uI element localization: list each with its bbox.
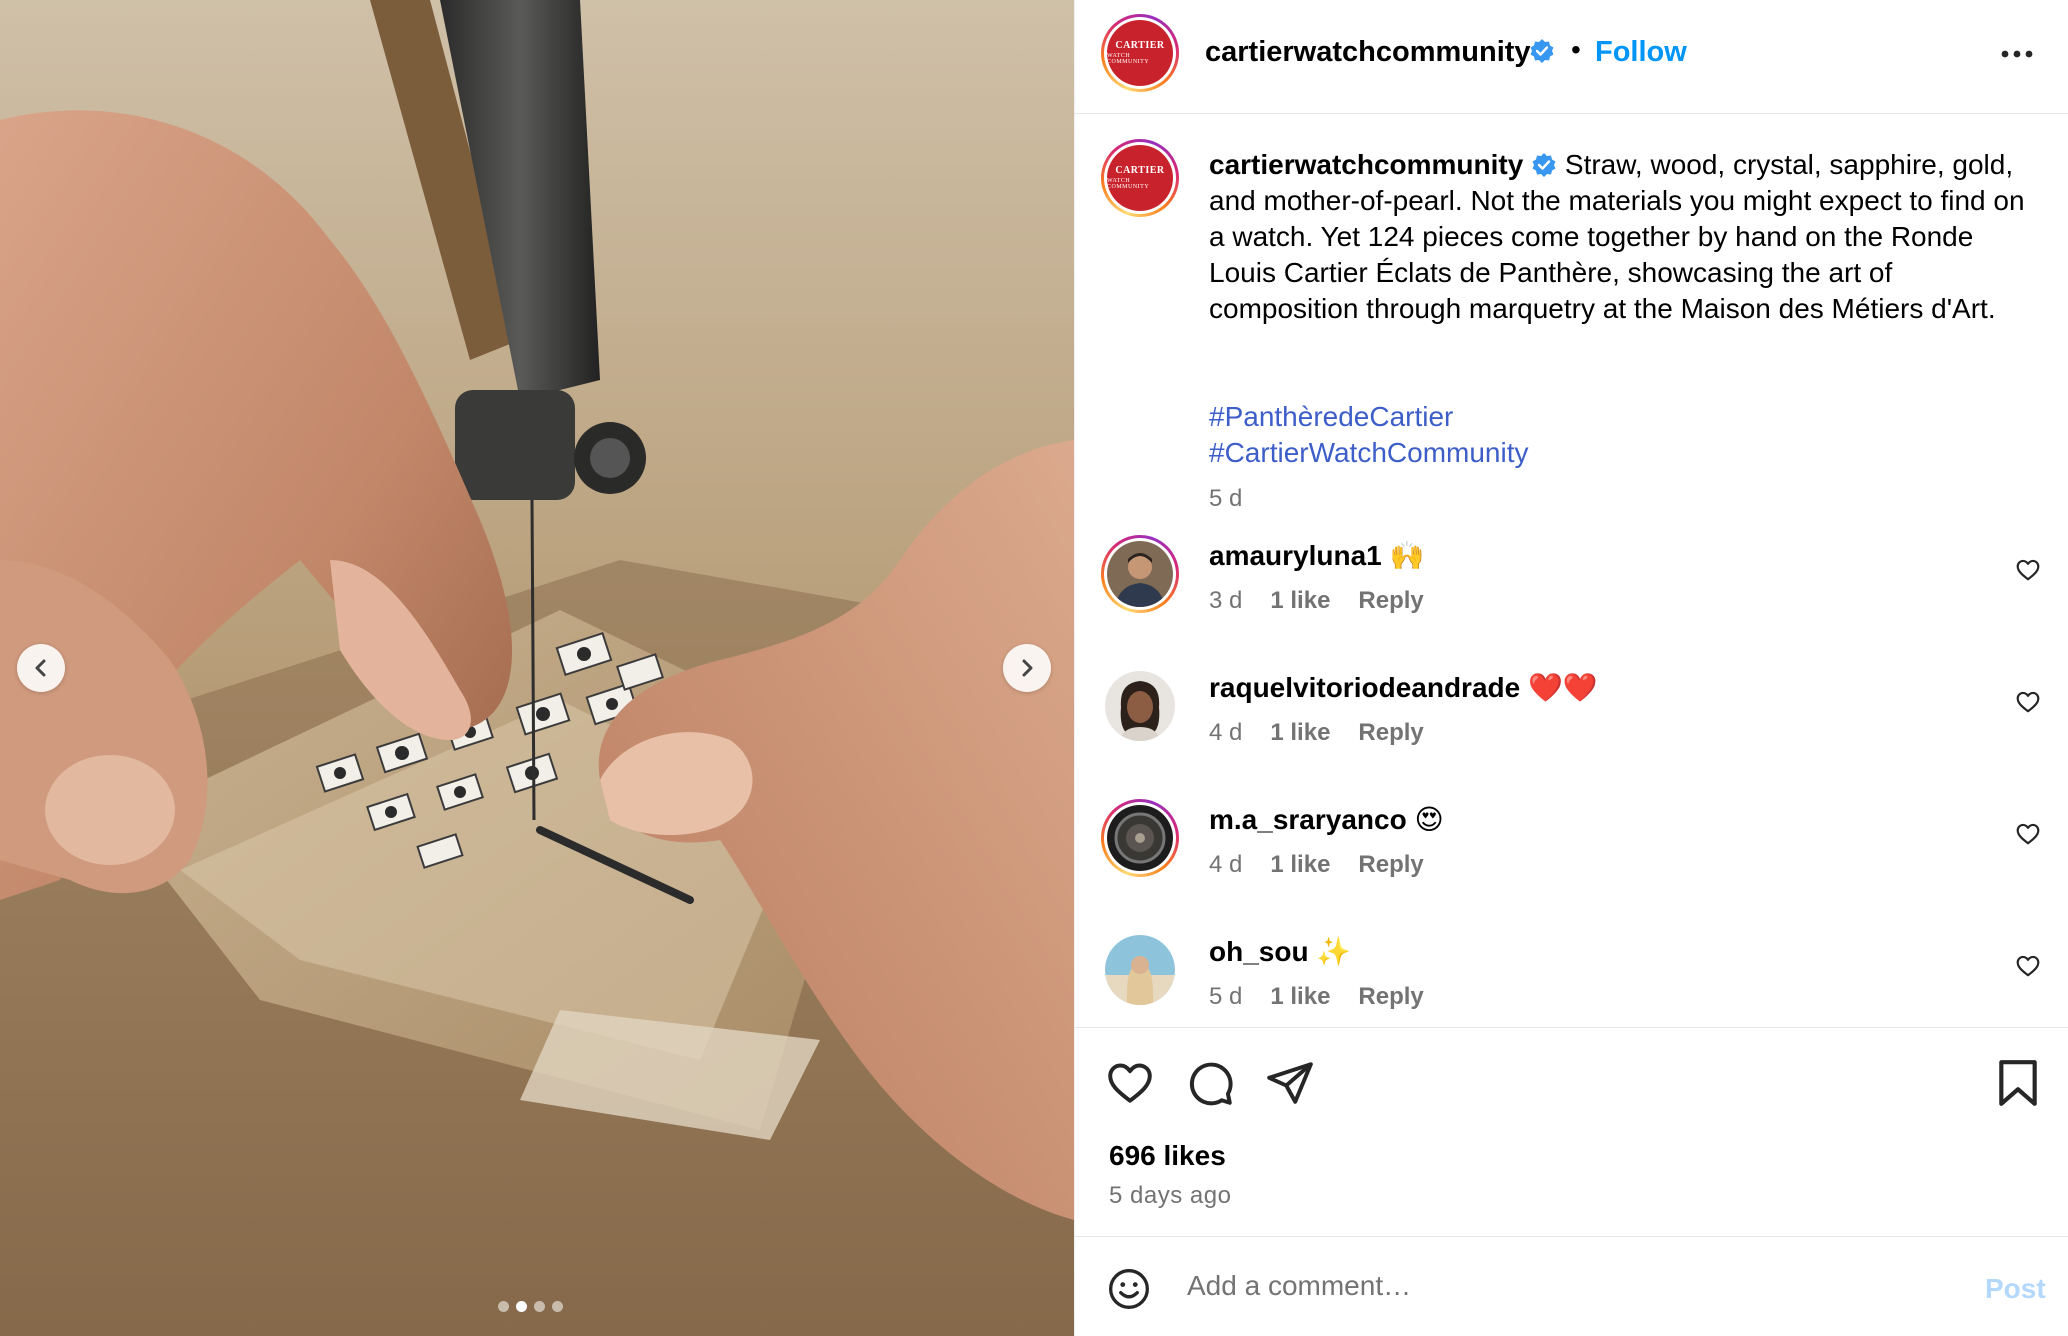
post-side-panel: CARTIER WATCH COMMUNITY cartierwatchcomm… (1074, 0, 2068, 1336)
post-actions: 696 likes 5 days ago (1075, 1027, 2068, 1235)
comment-input[interactable] (1187, 1261, 1907, 1311)
comment-username[interactable]: amauryluna1 (1209, 540, 1382, 571)
send-icon[interactable] (1265, 1058, 1315, 1108)
avatar-photo (1107, 805, 1173, 871)
likes-count[interactable]: 696 likes (1109, 1140, 1226, 1172)
author-username[interactable]: cartierwatchcommunity (1205, 36, 1531, 69)
follow-button[interactable]: Follow (1595, 36, 1687, 69)
heart-icon[interactable] (2015, 557, 2041, 583)
comment-time: 4 d (1209, 851, 1243, 878)
comment-composer: Post (1075, 1236, 2068, 1336)
comment-item: amauryluna1 🙌 3 d 1 like Reply (1075, 535, 2068, 667)
verified-badge-icon (1532, 153, 1556, 177)
hashtag-link[interactable]: #CartierWatchCommunity (1209, 435, 1528, 471)
avatar-photo (1107, 541, 1173, 607)
post-photo (0, 0, 1074, 1336)
post-timestamp: 5 days ago (1109, 1182, 1232, 1209)
carousel-next-button[interactable] (1003, 644, 1051, 692)
comment-meta: 4 d 1 like Reply (1209, 851, 1424, 879)
carousel-dot (498, 1301, 509, 1312)
avatar-photo (1105, 935, 1175, 1005)
header-separator: • (1571, 34, 1581, 65)
more-horizontal-icon[interactable] (1999, 40, 2035, 68)
verified-badge-icon (1530, 39, 1554, 63)
carousel-indicator (498, 1301, 563, 1312)
comment-likes[interactable]: 1 like (1270, 587, 1330, 615)
comment-time: 3 d (1209, 587, 1243, 614)
comment-likes[interactable]: 1 like (1270, 983, 1330, 1011)
commenter-avatar[interactable] (1101, 535, 1179, 613)
caption-author-avatar[interactable]: CARTIER WATCH COMMUNITY (1101, 139, 1179, 217)
comment-meta: 4 d 1 like Reply (1209, 719, 1424, 747)
heart-icon[interactable] (2015, 953, 2041, 979)
reply-button[interactable]: Reply (1358, 587, 1423, 615)
emoji-icon[interactable] (1107, 1267, 1151, 1311)
bookmark-icon[interactable] (1995, 1058, 2041, 1108)
comment-likes[interactable]: 1 like (1270, 719, 1330, 747)
comment-item: m.a_sraryanco 😍 4 d 1 like Reply (1075, 799, 2068, 931)
caption-username[interactable]: cartierwatchcommunity (1209, 149, 1523, 180)
comment-meta: 3 d 1 like Reply (1209, 587, 1424, 615)
carousel-dot (534, 1301, 545, 1312)
post-caption: cartierwatchcommunity Straw, wood, cryst… (1209, 147, 2029, 327)
heart-icon[interactable] (2015, 689, 2041, 715)
comment-item: oh_sou ✨ 5 d 1 like Reply (1075, 931, 2068, 1027)
caption-hashtags: #PanthèredeCartier #CartierWatchCommunit… (1209, 399, 1528, 471)
post-media (0, 0, 1074, 1336)
carousel-dot (552, 1301, 563, 1312)
comment-time: 4 d (1209, 719, 1243, 746)
comments-scroll-area[interactable]: CARTIER WATCH COMMUNITY cartierwatchcomm… (1075, 115, 2068, 1027)
commenter-avatar[interactable] (1105, 671, 1175, 741)
comment-item: raquelvitoriodeandrade ❤️❤️ 4 d 1 like R… (1075, 667, 2068, 799)
reply-button[interactable]: Reply (1358, 719, 1423, 747)
chevron-right-icon (1022, 659, 1033, 677)
chevron-left-icon (35, 659, 46, 677)
caption-timestamp: 5 d (1209, 485, 1243, 512)
heart-icon[interactable] (1105, 1058, 1155, 1108)
comment-time: 5 d (1209, 983, 1243, 1010)
reply-button[interactable]: Reply (1358, 983, 1423, 1011)
comment-username[interactable]: oh_sou (1209, 936, 1309, 967)
comment-text: ✨ (1316, 936, 1352, 967)
author-avatar[interactable]: CARTIER WATCH COMMUNITY (1101, 14, 1179, 92)
carousel-prev-button[interactable] (17, 644, 65, 692)
cartier-logo: CARTIER WATCH COMMUNITY (1107, 20, 1173, 86)
post-header: CARTIER WATCH COMMUNITY cartierwatchcomm… (1075, 0, 2068, 114)
comment-username[interactable]: m.a_sraryanco (1209, 804, 1407, 835)
carousel-dot-active (516, 1301, 527, 1312)
reply-button[interactable]: Reply (1358, 851, 1423, 879)
heart-icon[interactable] (2015, 821, 2041, 847)
comment-icon[interactable] (1185, 1058, 1235, 1108)
comment-text: 🙌 (1389, 540, 1425, 571)
comment-text: ❤️❤️ (1527, 672, 1598, 703)
hashtag-link[interactable]: #PanthèredeCartier (1209, 399, 1528, 435)
comment-meta: 5 d 1 like Reply (1209, 983, 1424, 1011)
commenter-avatar[interactable] (1101, 799, 1179, 877)
commenter-avatar[interactable] (1105, 935, 1175, 1005)
comment-username[interactable]: raquelvitoriodeandrade (1209, 672, 1520, 703)
cartier-logo: CARTIER WATCH COMMUNITY (1107, 145, 1173, 211)
post-comment-button[interactable]: Post (1985, 1273, 2046, 1305)
avatar-photo (1105, 671, 1175, 741)
comment-text: 😍 (1414, 804, 1444, 835)
comment-likes[interactable]: 1 like (1270, 851, 1330, 879)
